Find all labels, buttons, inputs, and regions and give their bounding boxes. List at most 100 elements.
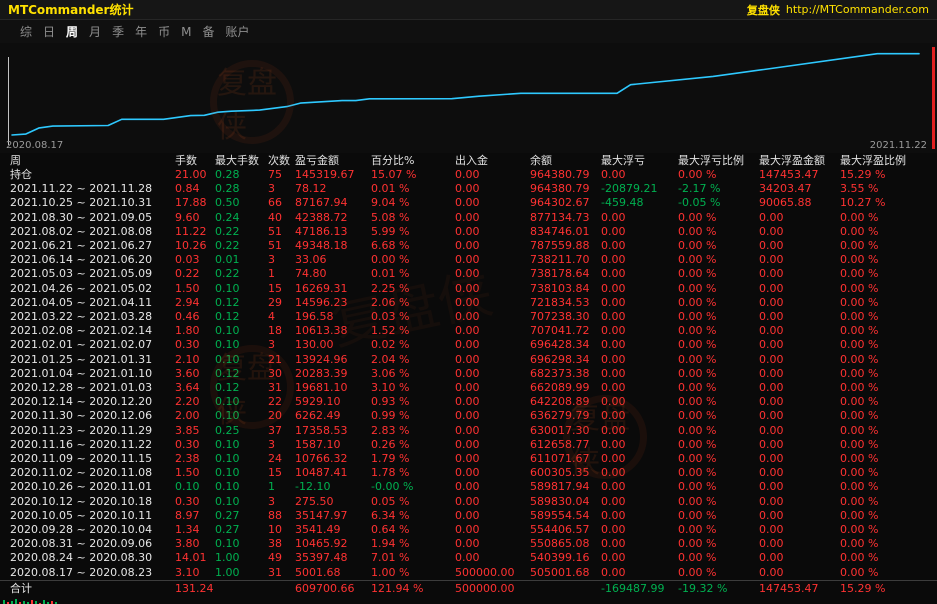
menu-item-bei[interactable]: 备: [202, 23, 214, 40]
table-row[interactable]: 2020.11.23 ~ 2020.11.293.850.253717358.5…: [0, 424, 937, 438]
table-cell: 1.52 %: [369, 324, 453, 338]
table-row[interactable]: 2021.06.14 ~ 2021.06.200.030.01333.060.0…: [0, 253, 937, 267]
table-cell: 1.50: [173, 282, 213, 296]
table-cell: 17.88: [173, 196, 213, 210]
table-cell: -169487.99: [599, 580, 676, 597]
table-cell: 4: [266, 310, 293, 324]
column-header-5[interactable]: 百分比%: [369, 153, 453, 168]
column-header-10[interactable]: 最大浮盈金额: [757, 153, 838, 168]
table-row[interactable]: 2020.09.28 ~ 2020.10.041.340.27103541.49…: [0, 523, 937, 537]
table-row[interactable]: 2021.04.05 ~ 2021.04.112.940.122914596.2…: [0, 296, 937, 310]
column-header-2[interactable]: 最大手数: [213, 153, 266, 168]
table-cell: 0.00: [599, 211, 676, 225]
table-cell: 0.00 %: [838, 310, 937, 324]
table-cell: 964380.79: [528, 168, 599, 182]
table-row[interactable]: 2021.03.22 ~ 2021.03.280.460.124196.580.…: [0, 310, 937, 324]
table-row[interactable]: 2021.11.22 ~ 2021.11.280.840.28378.120.0…: [0, 182, 937, 196]
chart-right-marker[interactable]: [932, 47, 935, 149]
table-row[interactable]: 2021.08.30 ~ 2021.09.059.600.244042388.7…: [0, 211, 937, 225]
table-cell: 0.00: [757, 381, 838, 395]
table-cell: 2021.02.08 ~ 2021.02.14: [0, 324, 173, 338]
table-cell: 0.00 %: [838, 267, 937, 281]
menu-item-zhanghu[interactable]: 账户: [225, 23, 249, 40]
table-cell: 2020.11.09 ~ 2020.11.15: [0, 452, 173, 466]
table-cell: 2.25 %: [369, 282, 453, 296]
table-row[interactable]: 2021.10.25 ~ 2021.10.3117.880.506687167.…: [0, 196, 937, 210]
table-row[interactable]: 2021.02.08 ~ 2021.02.141.800.101810613.3…: [0, 324, 937, 338]
column-header-6[interactable]: 出入金: [453, 153, 528, 168]
table-row[interactable]: 2020.08.24 ~ 2020.08.3014.011.004935397.…: [0, 551, 937, 565]
table-cell: 0.30: [173, 495, 213, 509]
table-row[interactable]: 2021.08.02 ~ 2021.08.0811.220.225147186.…: [0, 225, 937, 239]
table-row[interactable]: 2020.08.17 ~ 2020.08.233.101.00315001.68…: [0, 566, 937, 581]
table-cell: 0.00: [757, 551, 838, 565]
table-row[interactable]: 2020.12.14 ~ 2020.12.202.200.10225929.10…: [0, 395, 937, 409]
table-cell: 0.00: [453, 282, 528, 296]
app-title: MTCommander统计: [8, 1, 133, 18]
table-cell: 707238.30: [528, 310, 599, 324]
table-cell: 2021.04.05 ~ 2021.04.11: [0, 296, 173, 310]
table-cell: 0.00: [757, 367, 838, 381]
brand-url-link[interactable]: http://MTCommander.com: [786, 3, 929, 16]
table-cell: 21.00: [173, 168, 213, 182]
table-cell: 0.00 %: [676, 381, 757, 395]
table-row[interactable]: 持仓21.000.2875145319.6715.07 %0.00964380.…: [0, 168, 937, 182]
table-cell: 0.00: [453, 225, 528, 239]
table-row[interactable]: 2020.10.26 ~ 2020.11.010.100.101-12.10-0…: [0, 480, 937, 494]
table-row[interactable]: 2020.12.28 ~ 2021.01.033.640.123119681.1…: [0, 381, 937, 395]
table-cell: 16269.31: [293, 282, 369, 296]
table-cell: 2.06 %: [369, 296, 453, 310]
table-cell: 21: [266, 353, 293, 367]
table-cell: 642208.89: [528, 395, 599, 409]
table-cell: 0.00 %: [676, 225, 757, 239]
table-row[interactable]: 2021.01.04 ~ 2021.01.103.600.123020283.3…: [0, 367, 937, 381]
table-cell: 0.00 %: [676, 168, 757, 182]
table-cell: 0.50: [213, 196, 266, 210]
column-header-9[interactable]: 最大浮亏比例: [676, 153, 757, 168]
table-row[interactable]: 2021.02.01 ~ 2021.02.070.300.103130.000.…: [0, 338, 937, 352]
table-row[interactable]: 2021.01.25 ~ 2021.01.312.100.102113924.9…: [0, 353, 937, 367]
column-header-0[interactable]: 周: [0, 153, 173, 168]
table-cell: 66: [266, 196, 293, 210]
table-cell: 2020.08.17 ~ 2020.08.23: [0, 566, 173, 581]
table-row[interactable]: 2020.10.12 ~ 2020.10.180.300.103275.500.…: [0, 495, 937, 509]
column-header-8[interactable]: 最大浮亏: [599, 153, 676, 168]
menu-item-bi[interactable]: 币: [158, 23, 170, 40]
column-header-1[interactable]: 手数: [173, 153, 213, 168]
table-cell: 0.00 %: [838, 523, 937, 537]
table-cell: 29: [266, 296, 293, 310]
table-cell: 0.00: [599, 466, 676, 480]
table-cell: 2020.09.28 ~ 2020.10.04: [0, 523, 173, 537]
menu-item-m[interactable]: M: [181, 25, 191, 39]
table-cell: 696428.34: [528, 338, 599, 352]
table-row[interactable]: 2020.11.09 ~ 2020.11.152.380.102410766.3…: [0, 452, 937, 466]
table-cell: 15: [266, 282, 293, 296]
table-cell: 0.00: [757, 495, 838, 509]
table-cell: 0.00: [453, 253, 528, 267]
table-cell: 0.00: [599, 452, 676, 466]
table-row[interactable]: 2020.11.02 ~ 2020.11.081.500.101510487.4…: [0, 466, 937, 480]
table-row[interactable]: 2021.04.26 ~ 2021.05.021.500.101516269.3…: [0, 282, 937, 296]
menu-item-ji[interactable]: 季: [112, 23, 124, 40]
table-cell: 10465.92: [293, 537, 369, 551]
menu-item-nian[interactable]: 年: [135, 23, 147, 40]
table-cell: 2020.11.16 ~ 2020.11.22: [0, 438, 173, 452]
menu-item-zhou[interactable]: 周: [66, 23, 78, 40]
table-cell: 0.00 %: [676, 424, 757, 438]
column-header-4[interactable]: 盈亏金额: [293, 153, 369, 168]
table-row[interactable]: 2020.11.30 ~ 2020.12.062.000.10206262.49…: [0, 409, 937, 423]
menu-item-zong[interactable]: 综: [20, 23, 32, 40]
table-row[interactable]: 2020.08.31 ~ 2020.09.063.800.103810465.9…: [0, 537, 937, 551]
table-row[interactable]: 2021.06.21 ~ 2021.06.2710.260.225149348.…: [0, 239, 937, 253]
column-header-3[interactable]: 次数: [266, 153, 293, 168]
table-row[interactable]: 2020.11.16 ~ 2020.11.220.300.1031587.100…: [0, 438, 937, 452]
column-header-7[interactable]: 余额: [528, 153, 599, 168]
table-cell: 0.00: [757, 310, 838, 324]
table-cell: 0.00: [599, 438, 676, 452]
table-row[interactable]: 2020.10.05 ~ 2020.10.118.970.278835147.9…: [0, 509, 937, 523]
table-row[interactable]: 2021.05.03 ~ 2021.05.090.220.22174.800.0…: [0, 267, 937, 281]
table-cell: 500000.00: [453, 566, 528, 581]
menu-item-yue[interactable]: 月: [89, 23, 101, 40]
menu-item-ri[interactable]: 日: [43, 23, 55, 40]
column-header-11[interactable]: 最大浮盈比例: [838, 153, 937, 168]
